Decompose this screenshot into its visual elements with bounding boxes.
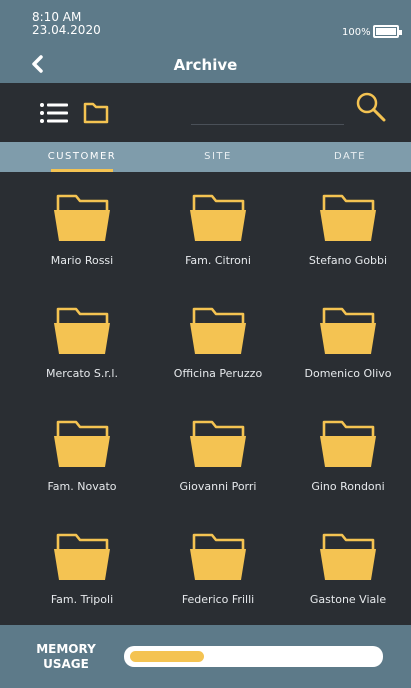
folder-item[interactable]: Gastone Viale	[283, 511, 411, 611]
folder-icon	[320, 194, 376, 241]
folder-label: Mercato S.r.l.	[46, 367, 118, 380]
folder-icon	[54, 194, 110, 241]
list-view-icon[interactable]	[39, 100, 69, 126]
folder-item[interactable]: Mercato S.r.l.	[17, 285, 147, 385]
memory-usage-bar	[124, 646, 383, 667]
battery-fill	[376, 28, 396, 35]
header-bar: 8:10 AM 23.04.2020 100% Archive	[0, 0, 411, 83]
battery-icon	[373, 25, 402, 38]
search-icon[interactable]	[355, 91, 387, 123]
tab-bar: CUSTOMER SITE DATE	[0, 142, 411, 172]
folder-item[interactable]: Fam. Citroni	[153, 172, 283, 272]
folder-item[interactable]: Gino Rondoni	[283, 398, 411, 498]
folder-icon	[190, 194, 246, 241]
folder-item[interactable]: Fam. Novato	[17, 398, 147, 498]
folder-icon	[320, 533, 376, 580]
folder-label: Federico Frilli	[181, 593, 255, 606]
folder-label: Mario Rossi	[50, 254, 114, 267]
status-date: 23.04.2020	[32, 23, 101, 37]
folder-item[interactable]: Giovanni Porri	[153, 398, 283, 498]
folder-icon	[190, 420, 246, 467]
tab-date[interactable]: DATE	[300, 142, 400, 172]
folder-icon	[54, 307, 110, 354]
folder-icon	[190, 533, 246, 580]
folder-item[interactable]: Stefano Gobbi	[283, 172, 411, 272]
toolbar	[0, 83, 411, 142]
folder-label: Fam. Citroni	[185, 254, 251, 267]
tab-site[interactable]: SITE	[168, 142, 268, 172]
folder-item[interactable]: Domenico Olivo	[283, 285, 411, 385]
folder-icon	[320, 307, 376, 354]
page-title: Archive	[173, 56, 238, 74]
folder-item[interactable]: Officina Peruzzo	[153, 285, 283, 385]
folder-item[interactable]: Mario Rossi	[17, 172, 147, 272]
folder-item[interactable]: Fam. Tripoli	[17, 511, 147, 611]
tab-customer[interactable]: CUSTOMER	[32, 142, 132, 172]
search-input[interactable]	[191, 124, 344, 125]
folder-grid: Mario Rossi Fam. Citroni Stefano Gobbi M…	[0, 172, 411, 625]
folder-icon	[320, 420, 376, 467]
folder-label: Gastone Viale	[309, 593, 387, 606]
folder-label: Stefano Gobbi	[308, 254, 388, 267]
folder-label: Fam. Novato	[47, 480, 117, 493]
folder-label: Domenico Olivo	[304, 367, 392, 380]
memory-label-line2: USAGE	[43, 657, 89, 671]
memory-label-line1: MEMORY	[36, 642, 96, 656]
memory-usage-label: MEMORY USAGE	[36, 642, 96, 672]
folder-label: Officina Peruzzo	[173, 367, 263, 380]
memory-usage-fill	[130, 651, 205, 662]
battery-percent: 100%	[342, 27, 371, 38]
folder-label: Giovanni Porri	[179, 480, 257, 493]
folder-icon	[190, 307, 246, 354]
folder-label: Fam. Tripoli	[50, 593, 114, 606]
folder-icon	[54, 533, 110, 580]
folder-item[interactable]: Federico Frilli	[153, 511, 283, 611]
folder-view-icon[interactable]	[82, 100, 110, 126]
folder-icon	[54, 420, 110, 467]
folder-label: Gino Rondoni	[311, 480, 385, 493]
memory-footer: MEMORY USAGE	[0, 625, 411, 688]
